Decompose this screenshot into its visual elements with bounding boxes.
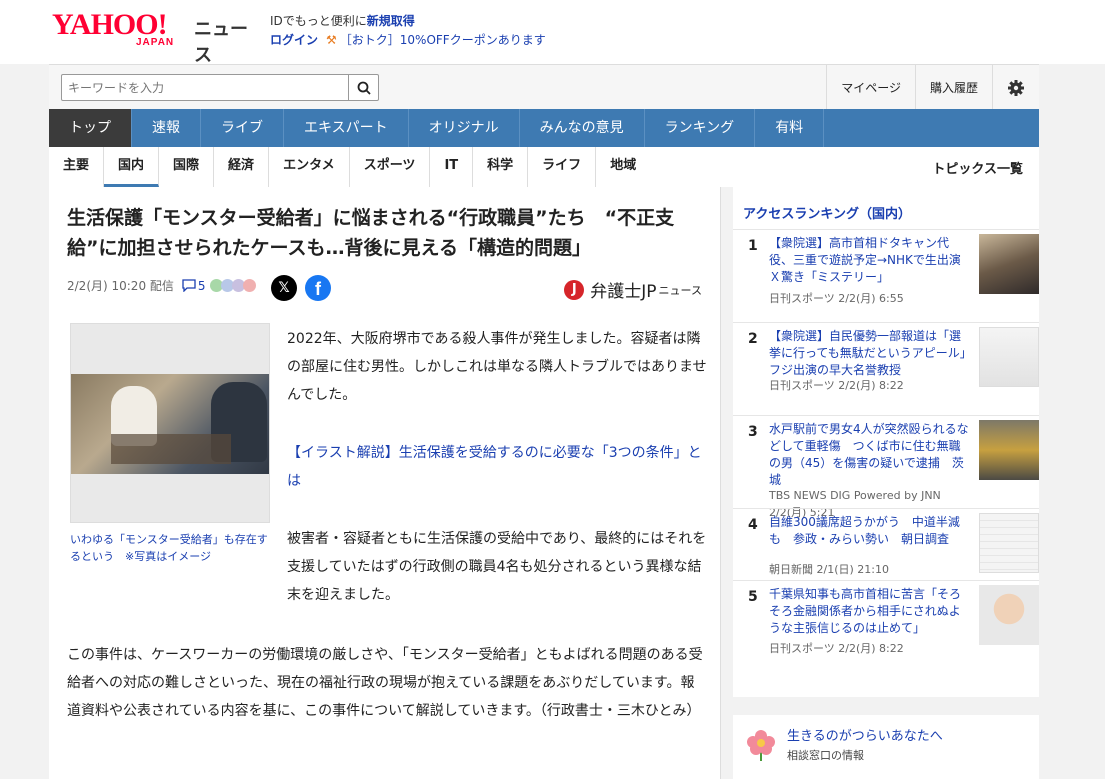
comment-icon <box>182 279 196 292</box>
nav-top[interactable]: トップ <box>49 109 132 147</box>
support-title[interactable]: 生きるのがつらいあなたへ <box>787 725 943 744</box>
promo-text: IDでもっと便利に <box>270 14 367 28</box>
comment-count: 5 <box>197 278 206 293</box>
mypage-link[interactable]: マイページ <box>826 65 915 110</box>
category-sports[interactable]: スポーツ <box>350 147 431 187</box>
rank-thumbnail[interactable] <box>979 327 1039 387</box>
nav-original[interactable]: オリジナル <box>409 109 520 147</box>
search-box <box>61 74 379 101</box>
rank-thumbnail[interactable] <box>979 420 1039 480</box>
category-domestic[interactable]: 国内 <box>104 147 160 187</box>
rank-source: 朝日新聞 2/1(日) 21:10 <box>769 563 889 576</box>
topics-list-link[interactable]: トピックス一覧 <box>932 158 1039 177</box>
rank-title[interactable]: 【衆院選】高市首相ドタキャン代役、三重で遊説予定→NHKで生出演 Ｘ驚き「ミステ… <box>769 235 973 286</box>
rank-title[interactable]: 千葉県知事も高市首相に苦言「そろそろ金融関係者から相手にされぬような主張信じるの… <box>769 586 969 637</box>
ranking-item[interactable]: 2 【衆院選】自民優勢一部報道は「選挙に行っても無駄だというアピール」フジ出演の… <box>733 322 1039 415</box>
x-share-icon[interactable]: 𝕏 <box>271 275 297 301</box>
source-logo[interactable]: J 弁護士JP ニュース <box>564 277 702 302</box>
support-banner[interactable]: 生きるのがつらいあなたへ 相談窓口の情報 <box>733 715 1039 779</box>
photo-table <box>111 434 231 464</box>
rank-number: 2 <box>748 331 758 347</box>
share-buttons: 𝕏 f <box>271 275 331 301</box>
gear-icon <box>1008 79 1024 96</box>
nav-live[interactable]: ライブ <box>201 109 284 147</box>
rank-number: 3 <box>748 424 758 440</box>
rank-number: 1 <box>748 238 758 254</box>
hammer-icon: ⚒ <box>326 33 337 47</box>
category-nav: 主要 国内 国際 経済 エンタメ スポーツ IT 科学 ライフ 地域 トピックス… <box>49 147 1039 187</box>
rank-thumbnail[interactable] <box>979 513 1039 573</box>
rank-source: 日刊スポーツ 2/2(月) 8:22 <box>769 379 904 392</box>
logo-news: ニュース <box>194 19 248 66</box>
ranking-heading[interactable]: アクセスランキング（国内） <box>733 187 1039 229</box>
sidebar: アクセスランキング（国内） 1 【衆院選】高市首相ドタキャン代役、三重で遊説予定… <box>733 187 1039 779</box>
category-science[interactable]: 科学 <box>473 147 529 187</box>
category-it[interactable]: IT <box>430 147 474 187</box>
ranking-item[interactable]: 3 水戸駅前で男女4人が突然殴られるなどして重軽傷 つくば市に住む無職の男（45… <box>733 415 1039 519</box>
nav-paid[interactable]: 有料 <box>755 109 825 147</box>
photo-caption[interactable]: いわゆる「モンスター受給者」も存在するという ※写真はイメージ <box>70 531 270 565</box>
rank-title[interactable]: 【衆院選】自民優勢一部報道は「選挙に行っても無駄だというアピール」フジ出演の早大… <box>769 328 969 379</box>
coupon-link[interactable]: ［おトク］10%OFFクーポンあります <box>340 33 546 47</box>
reaction-angry-icon <box>242 279 256 292</box>
rank-number: 5 <box>748 589 758 605</box>
search-button[interactable] <box>348 75 378 100</box>
facebook-share-icon[interactable]: f <box>305 275 331 301</box>
site-header: YAHOO! JAPAN ニュース IDでもっと便利に新規取得 ログイン ⚒ ［おト… <box>0 0 1105 67</box>
article-paragraph-2: 被害者・容疑者ともに生活保護の受給中であり、最終的にはそれを支援していたはずの行… <box>287 531 707 603</box>
nav-breaking[interactable]: 速報 <box>132 109 201 147</box>
article-paragraph-3: この事件は、ケースワーカーの労働環境の厳しさや、「モンスター受給者」ともよばれる… <box>67 647 703 719</box>
source-suffix: ニュース <box>658 283 702 297</box>
article-date: 2/2(月) 10:20 配信 <box>67 279 174 293</box>
source-name: 弁護士JP <box>590 282 657 302</box>
ranking-item[interactable]: 1 【衆院選】高市首相ドタキャン代役、三重で遊説予定→NHKで生出演 Ｘ驚き「ミ… <box>733 229 1039 322</box>
article: 生活保護「モンスター受給者」に悩まされる“行政職員”たち “不正支給”に加担させ… <box>49 187 721 779</box>
support-subtitle: 相談窓口の情報 <box>787 749 864 762</box>
comment-link[interactable]: 5 <box>182 279 256 293</box>
nav-opinions[interactable]: みんなの意見 <box>520 109 645 147</box>
ranking-item[interactable]: 4 自維300議席超うかがう 中道半減も 参政・みらい勢い 朝日調査 朝日新聞 … <box>733 508 1039 580</box>
article-photo[interactable] <box>70 323 270 523</box>
rank-title[interactable]: 自維300議席超うかがう 中道半減も 参政・みらい勢い 朝日調査 <box>769 514 969 548</box>
signup-link[interactable]: 新規取得 <box>367 14 415 28</box>
article-paragraph-1: 2022年、大阪府堺市である殺人事件が発生しました。容疑者は隣の部屋に住む男性。… <box>287 331 707 403</box>
nav-ranking[interactable]: ランキング <box>645 109 756 147</box>
nav-expert[interactable]: エキスパート <box>284 109 409 147</box>
search-bar-row: マイページ 購入履歴 <box>49 64 1039 110</box>
logo-japan: JAPAN <box>136 37 175 48</box>
rank-thumbnail[interactable] <box>979 234 1039 294</box>
main-nav: トップ 速報 ライブ エキスパート オリジナル みんなの意見 ランキング 有料 <box>49 109 1039 147</box>
account-links: マイページ 購入履歴 <box>826 65 1039 110</box>
logo-yahoo: YAHOO! <box>52 8 168 41</box>
category-life[interactable]: ライフ <box>528 147 597 187</box>
ranking-item[interactable]: 5 千葉県知事も高市首相に苦言「そろそろ金融関係者から相手にされぬような主張信じ… <box>733 580 1039 673</box>
rank-number: 4 <box>748 517 758 533</box>
article-meta: 2/2(月) 10:20 配信 5 <box>67 277 256 294</box>
rank-thumbnail[interactable] <box>979 585 1039 645</box>
bengoshi-logo-icon: J <box>564 279 585 300</box>
rank-source: 日刊スポーツ 2/2(月) 6:55 <box>769 292 904 305</box>
category-entertainment[interactable]: エンタメ <box>269 147 350 187</box>
search-icon <box>357 81 371 95</box>
flower-icon <box>747 730 775 761</box>
article-title: 生活保護「モンスター受給者」に悩まされる“行政職員”たち “不正支給”に加担させ… <box>67 207 675 259</box>
search-input[interactable] <box>62 75 342 100</box>
rank-title[interactable]: 水戸駅前で男女4人が突然殴られるなどして重軽傷 つくば市に住む無職の男（45）を… <box>769 421 969 489</box>
illustration-link[interactable]: 【イラスト解説】生活保護を受給するのに必要な「3つの条件」とは <box>287 439 707 495</box>
category-international[interactable]: 国際 <box>159 147 215 187</box>
yahoo-news-logo[interactable]: YAHOO! JAPAN ニュース <box>52 8 262 67</box>
rank-source: 日刊スポーツ 2/2(月) 8:22 <box>769 642 904 655</box>
category-local[interactable]: 地域 <box>596 147 650 187</box>
purchase-history-link[interactable]: 購入履歴 <box>914 65 992 110</box>
category-economy[interactable]: 経済 <box>214 147 270 187</box>
category-main[interactable]: 主要 <box>49 147 105 187</box>
settings-button[interactable] <box>992 65 1039 110</box>
access-ranking: アクセスランキング（国内） 1 【衆院選】高市首相ドタキャン代役、三重で遊説予定… <box>733 187 1039 697</box>
promo-area: IDでもっと便利に新規取得 ログイン ⚒ ［おトク］10%OFFクーポンあります <box>270 12 546 50</box>
login-link[interactable]: ログイン <box>270 33 318 47</box>
